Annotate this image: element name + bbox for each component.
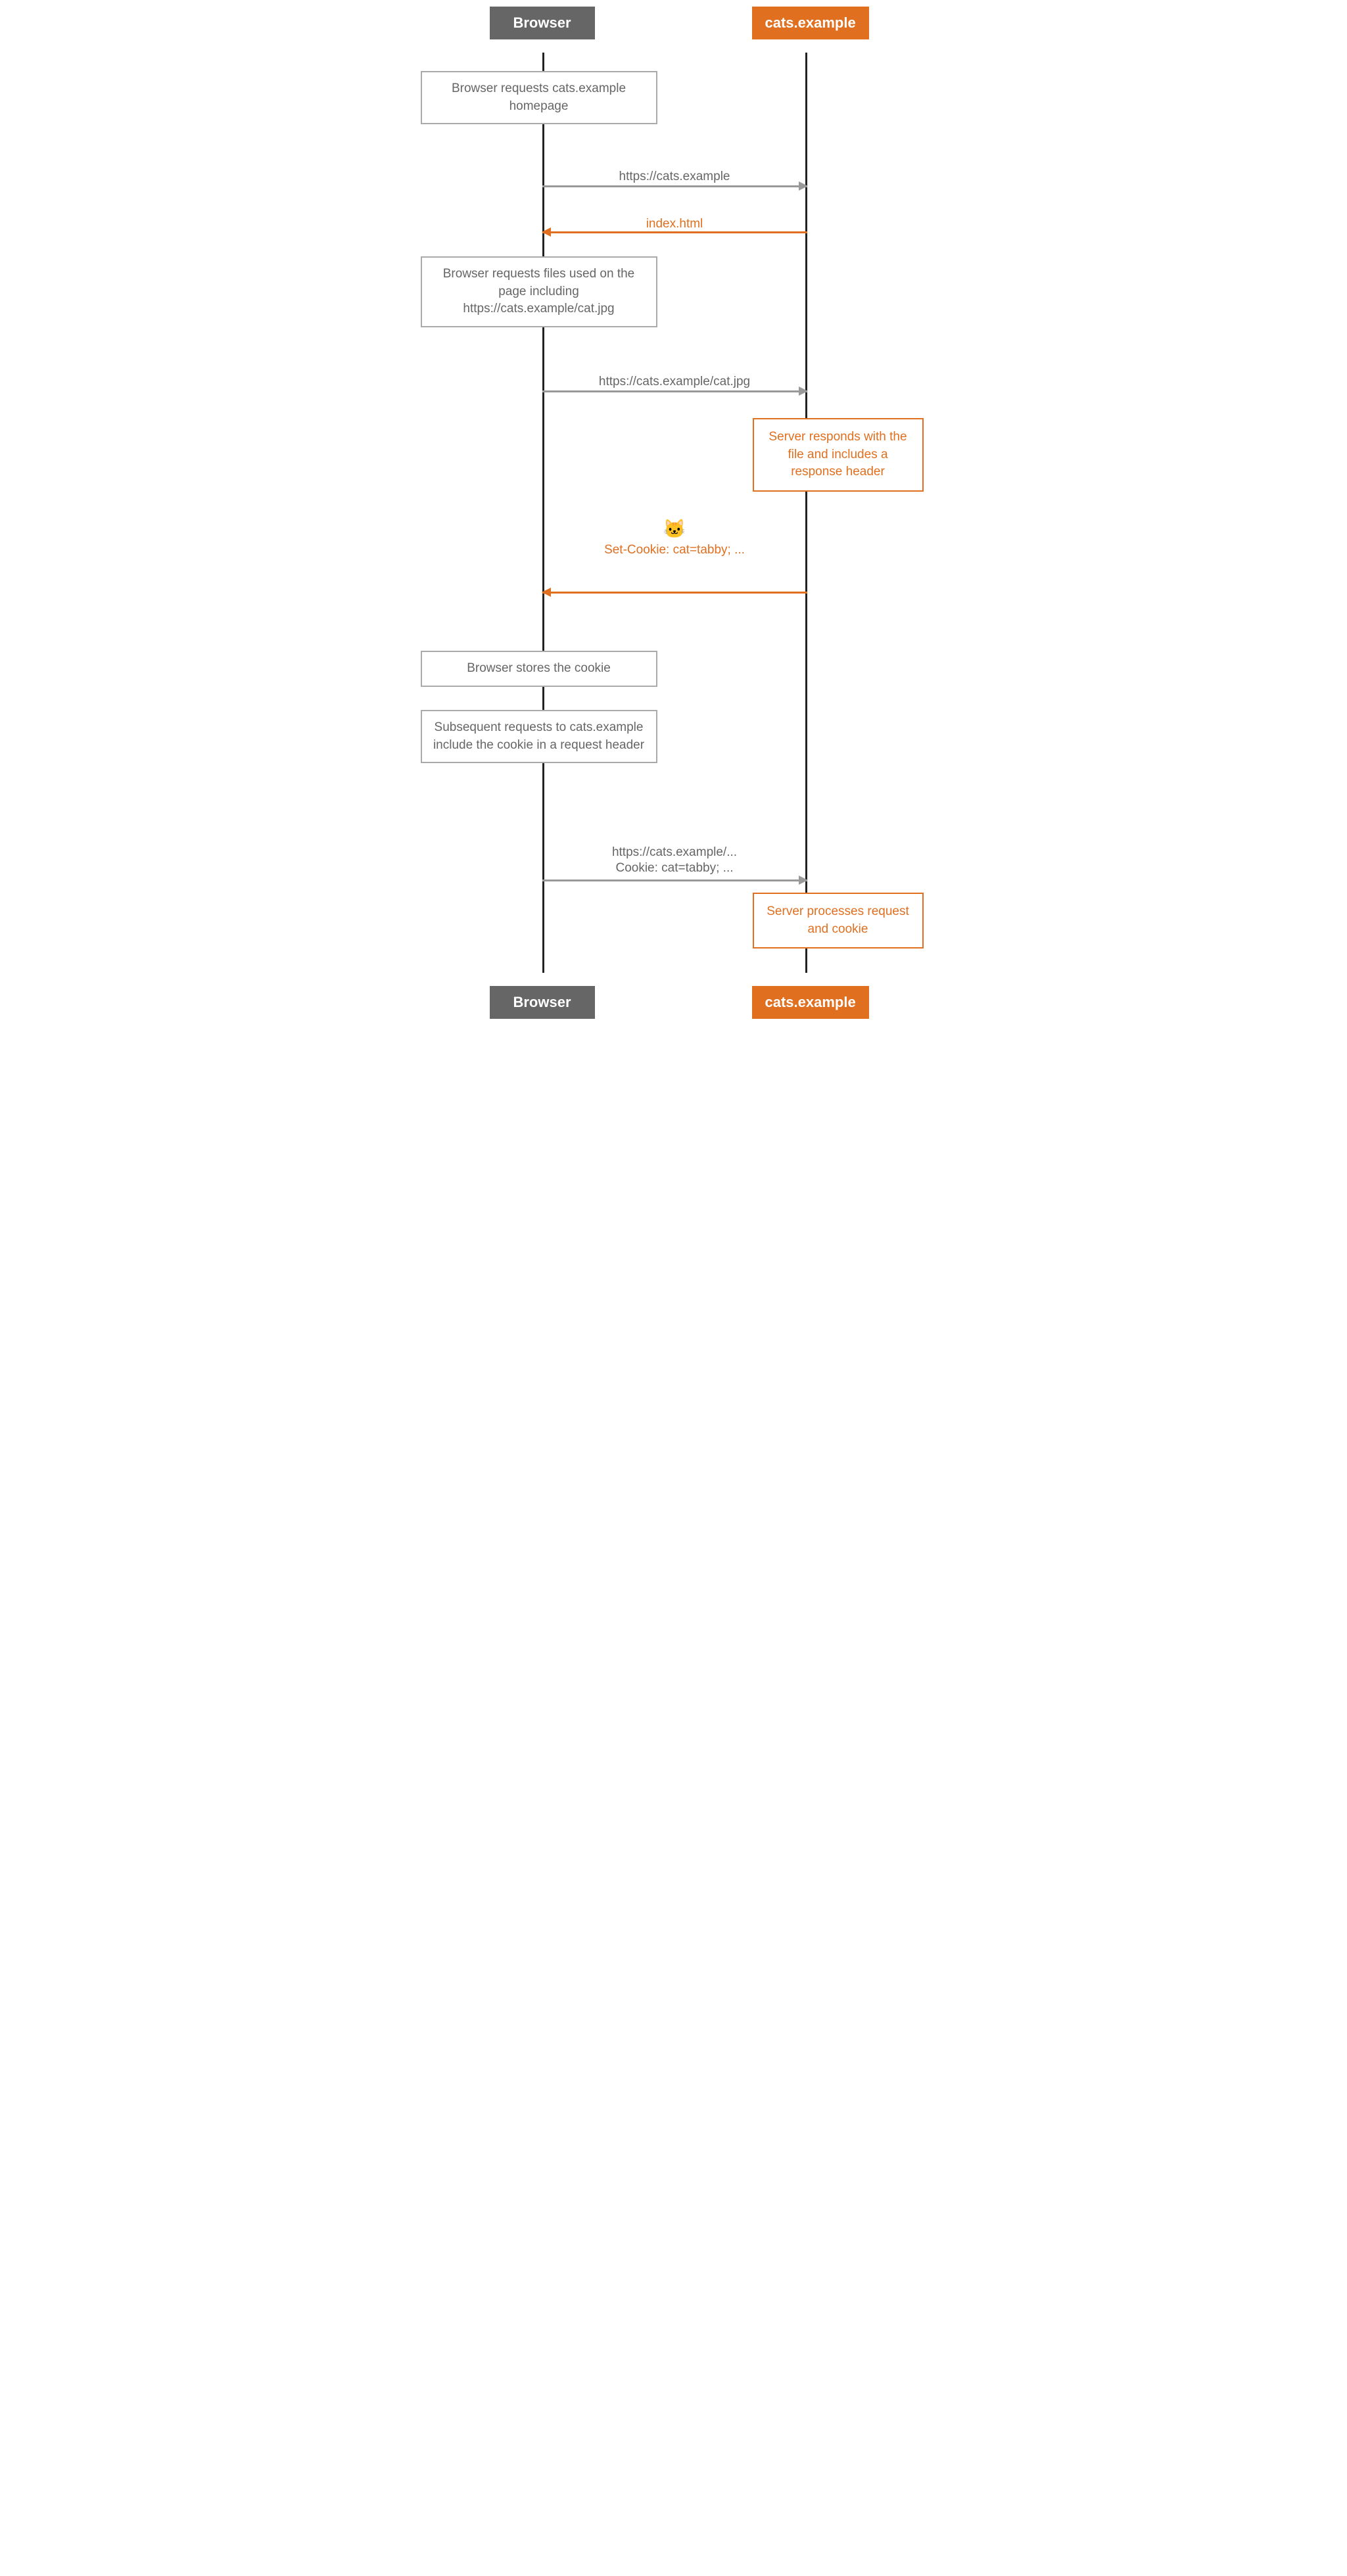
arrow-right-subsequent <box>542 879 807 881</box>
arrow-subsequent-request: https://cats.example/... Cookie: cat=tab… <box>542 845 807 881</box>
actor-server-top: cats.example <box>752 7 869 39</box>
server-label-top: cats.example <box>765 14 856 31</box>
arrow-set-cookie-line <box>542 592 807 594</box>
arrow-response-indexhtml: index.html <box>542 217 807 233</box>
actor-browser-top: Browser <box>490 7 595 39</box>
actor-server-bottom: cats.example <box>752 986 869 1019</box>
lifeline-browser <box>542 53 544 973</box>
arrow-label-subsequent-1: https://cats.example/... <box>612 845 737 860</box>
arrow-right-catjpg <box>542 390 807 392</box>
arrow-set-cookie: Set-Cookie: cat=tabby; ... <box>542 543 807 557</box>
note-browser-requests-homepage: Browser requests cats.example homepage <box>421 71 657 124</box>
arrow-left-setcookie <box>542 592 807 594</box>
arrow-label-subsequent-2: Cookie: cat=tabby; ... <box>615 861 733 876</box>
arrow-request-homepage: https://cats.example <box>542 170 807 187</box>
arrow-label-https-cats: https://cats.example <box>619 170 730 184</box>
server-label-bottom: cats.example <box>765 994 856 1010</box>
actor-browser-bottom: Browser <box>490 986 595 1019</box>
arrow-left-indexhtml <box>542 231 807 233</box>
browser-label-bottom: Browser <box>513 994 571 1010</box>
arrow-label-catjpg: https://cats.example/cat.jpg <box>599 375 750 389</box>
note-browser-requests-files: Browser requests files used on the page … <box>421 256 657 327</box>
arrow-right-1 <box>542 185 807 187</box>
arrow-request-catjpg: https://cats.example/cat.jpg <box>542 375 807 392</box>
cat-emoji: 🐱 <box>542 518 807 540</box>
note-server-processes: Server processes request and cookie <box>753 893 924 948</box>
arrow-label-set-cookie: Set-Cookie: cat=tabby; ... <box>604 543 745 557</box>
note-browser-stores-cookie: Browser stores the cookie <box>421 651 657 687</box>
sequence-diagram: Browser cats.example Browser requests ca… <box>411 0 937 1025</box>
note-server-responds: Server responds with the file and includ… <box>753 418 924 492</box>
lifeline-server <box>805 53 807 973</box>
note-subsequent-requests: Subsequent requests to cats.example incl… <box>421 710 657 763</box>
browser-label-top: Browser <box>513 14 571 31</box>
arrow-label-indexhtml: index.html <box>646 217 703 231</box>
